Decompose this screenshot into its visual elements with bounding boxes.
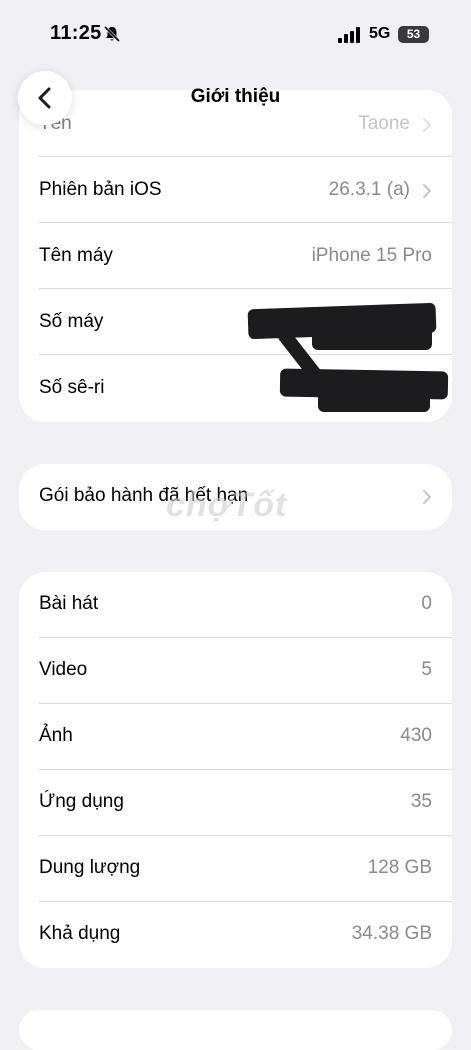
network-type: 5G — [369, 25, 391, 42]
songs-row: Bài hát 0 — [19, 572, 452, 638]
videos-label: Video — [39, 659, 88, 680]
next-card — [19, 1010, 452, 1050]
divider — [39, 156, 452, 157]
videos-row: Video 5 — [19, 638, 452, 704]
divider — [39, 354, 452, 355]
serial-number-label: Số sê-ri — [39, 377, 105, 398]
photos-value: 430 — [400, 725, 432, 746]
ios-version-label: Phiên bản iOS — [39, 179, 162, 200]
status-time: 11:25 — [50, 22, 102, 44]
songs-label: Bài hát — [39, 593, 99, 614]
model-name-value: iPhone 15 Pro — [311, 245, 432, 266]
chevron-right-icon — [423, 184, 431, 198]
usage-stats-card: Bài hát 0 Video 5 Ảnh 430 Ứng dụng 35 Du… — [19, 572, 452, 968]
chevron-right-icon — [423, 490, 431, 504]
available-label: Khả dụng — [39, 923, 121, 944]
available-row: Khả dụng 34.38 GB — [19, 902, 452, 968]
apps-value: 35 — [410, 791, 432, 812]
capacity-label: Dung lượng — [39, 857, 141, 878]
status-bar: 11:25 5G 53 — [0, 0, 471, 70]
apps-row: Ứng dụng 35 — [19, 770, 452, 836]
model-number-label: Số máy — [39, 311, 104, 332]
available-value: 34.38 GB — [351, 923, 432, 944]
ios-version-value: 26.3.1 (a) — [328, 179, 410, 200]
cellular-signal-icon — [338, 27, 360, 43]
watermark-logo: chợTốt — [166, 486, 288, 524]
page-title: Giới thiệu — [190, 86, 281, 107]
capacity-value: 128 GB — [367, 857, 432, 878]
capacity-row: Dung lượng 128 GB — [19, 836, 452, 902]
songs-value: 0 — [421, 593, 432, 614]
divider — [39, 288, 452, 289]
videos-value: 5 — [421, 659, 432, 680]
model-name-label: Tên máy — [39, 245, 113, 266]
photos-label: Ảnh — [39, 725, 73, 746]
apps-label: Ứng dụng — [39, 791, 124, 812]
redaction-mark — [312, 318, 432, 350]
name-value: Taone — [358, 113, 410, 134]
photos-row: Ảnh 430 — [19, 704, 452, 770]
divider — [39, 222, 452, 223]
battery-icon: 53 — [398, 26, 429, 43]
redaction-mark — [318, 384, 430, 412]
chevron-right-icon — [423, 118, 431, 132]
model-name-row: Tên máy iPhone 15 Pro — [19, 224, 452, 290]
bell-muted-icon — [103, 25, 121, 43]
ios-version-row[interactable]: Phiên bản iOS 26.3.1 (a) — [19, 158, 452, 224]
